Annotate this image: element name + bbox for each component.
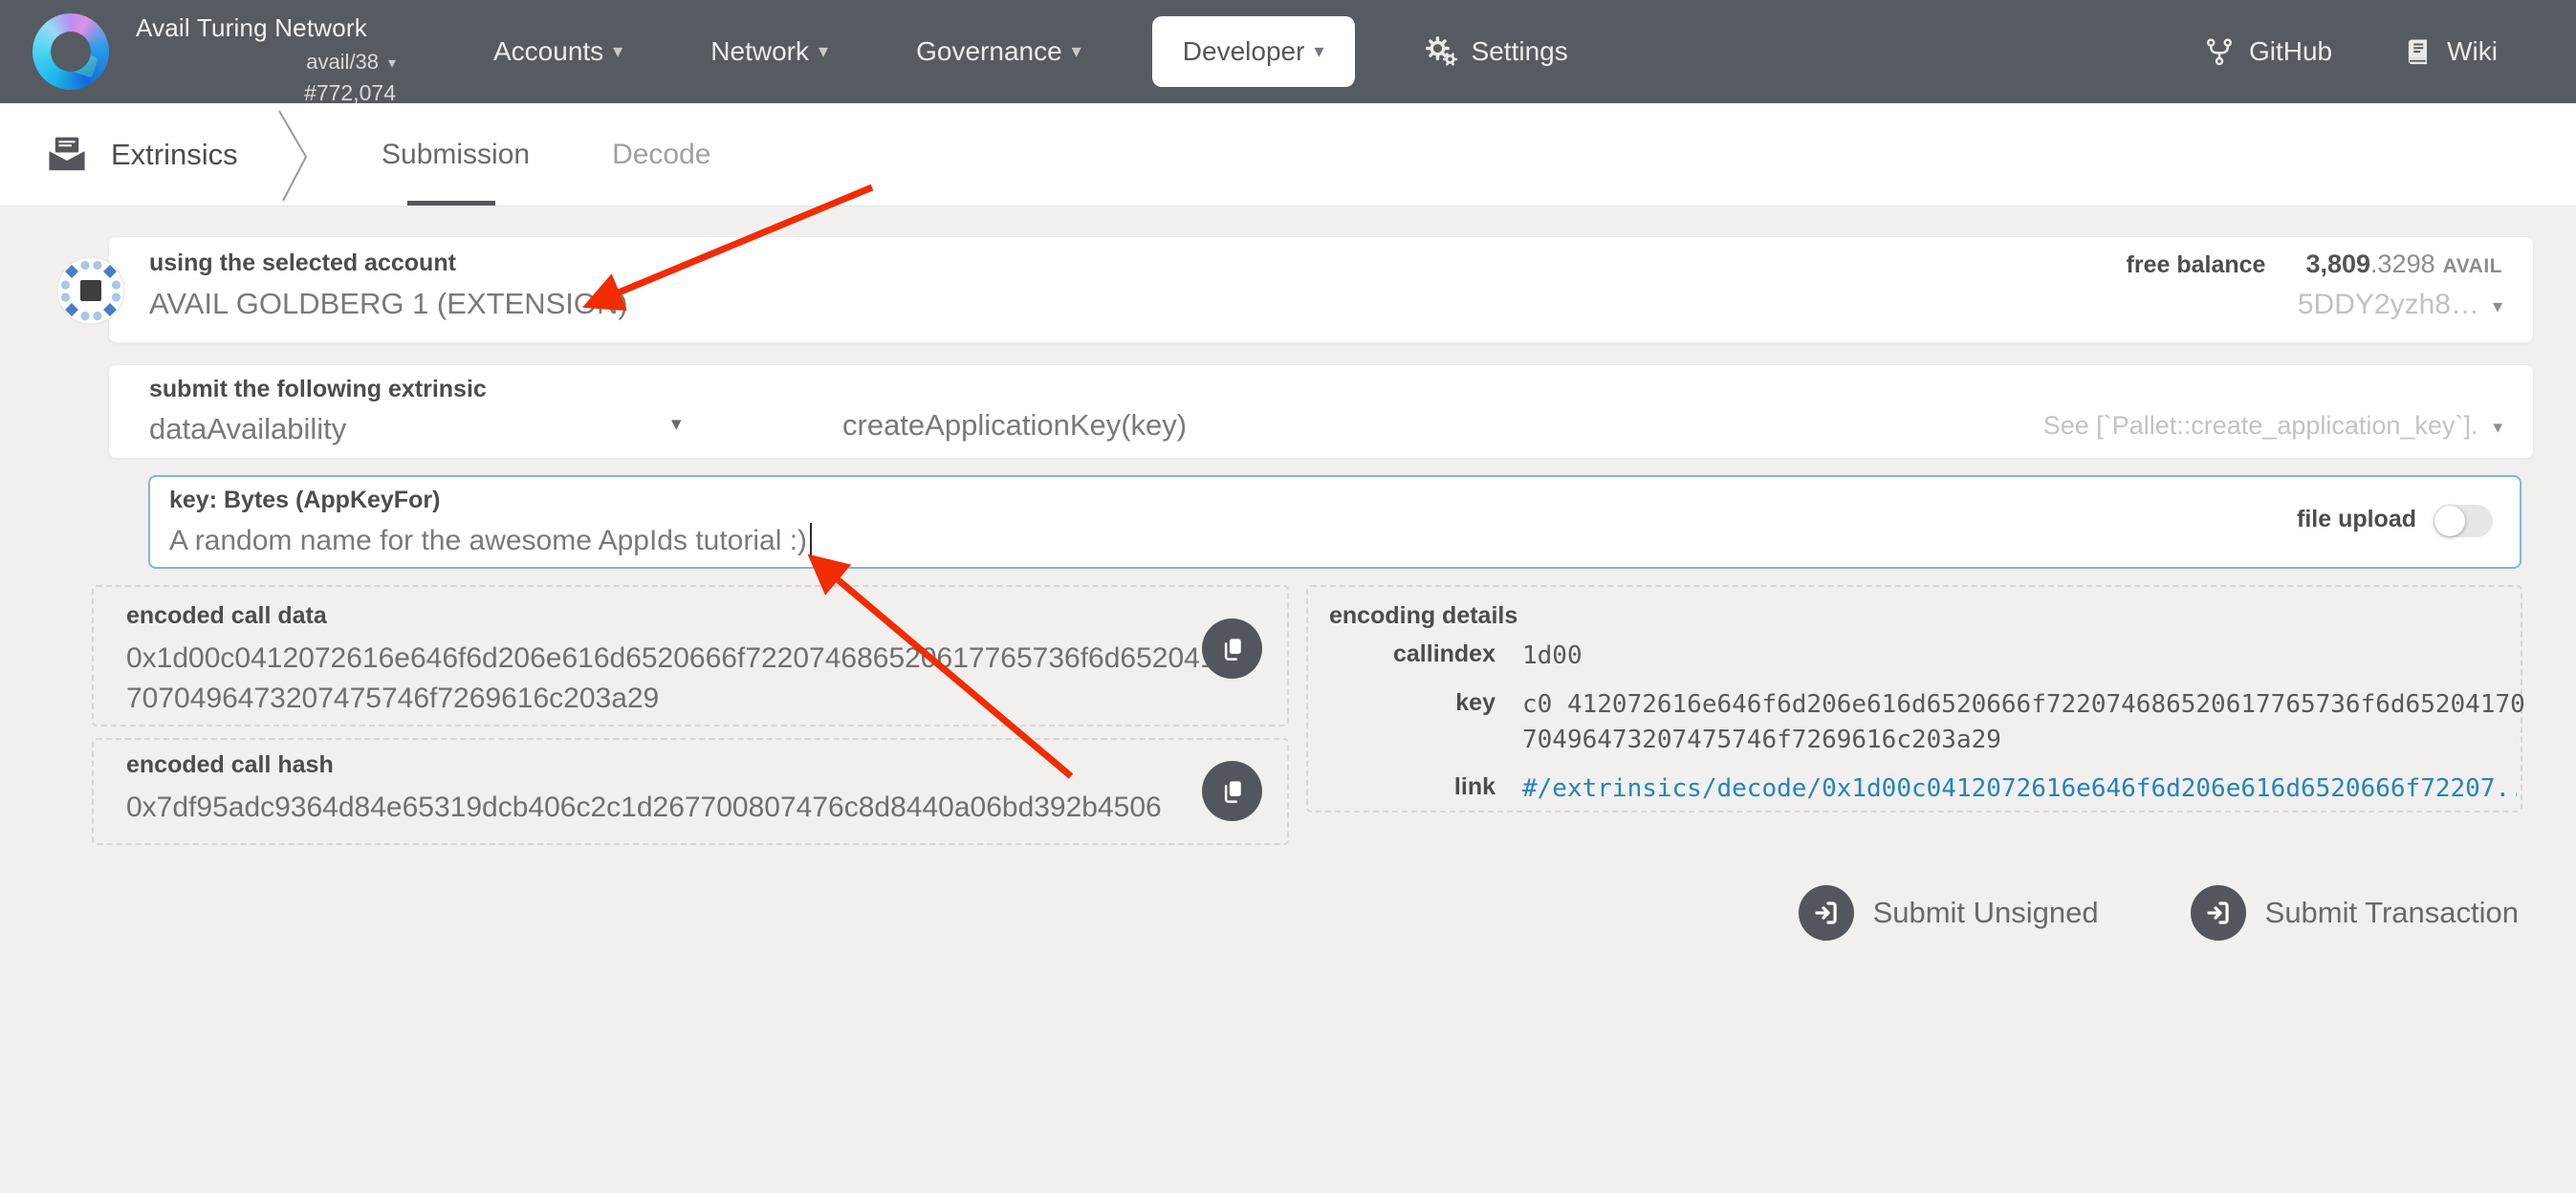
- chevron-down-icon: ▾: [1072, 39, 1081, 63]
- tab-decode[interactable]: Decode: [612, 139, 710, 171]
- extrinsics-envelope-icon: [46, 135, 88, 175]
- key-param-input[interactable]: key: Bytes (AppKeyFor) A random name for…: [148, 475, 2521, 569]
- chevron-down-icon: ▾: [2493, 294, 2502, 318]
- pallet-value: dataAvailability: [149, 412, 487, 446]
- copy-icon: [1218, 635, 1247, 663]
- file-upload-label: file upload: [2297, 506, 2416, 533]
- key-hex-row: key c0 412072616e646f6d206e616d6520666f7…: [1327, 687, 2528, 758]
- copy-icon: [1218, 777, 1247, 806]
- encoding-details-label: encoding details: [1329, 602, 1517, 630]
- method-select[interactable]: createApplicationKey(key): [842, 408, 1187, 443]
- copy-call-hash-button[interactable]: [1202, 761, 1262, 821]
- network-name: Avail Turing Network: [136, 13, 396, 43]
- encoded-call-hash-value: 0x7df95adc9364d84e65319dcb406c2c1d267700…: [126, 788, 1226, 828]
- block-number: #772,074: [136, 80, 396, 106]
- account-address[interactable]: 5DDY2yzh8…▾: [2127, 289, 2502, 321]
- section-title: Extrinsics: [111, 138, 238, 172]
- decode-link[interactable]: #/extrinsics/decode/0x1d00c0412072616e64…: [1522, 771, 2517, 807]
- decode-link-label: link: [1327, 771, 1495, 801]
- menu-developer-active[interactable]: Developer▾: [1152, 16, 1355, 87]
- breadcrumb-divider: [273, 105, 312, 205]
- gears-icon: [1426, 36, 1458, 67]
- key-param-label: key: Bytes (AppKeyFor): [169, 487, 812, 514]
- account-name: AVAIL GOLDBERG 1 (EXTENSION): [149, 287, 628, 321]
- free-balance-value: 3,809.3298AVAIL: [2305, 249, 2502, 279]
- active-tab-indicator: [407, 201, 495, 206]
- extrinsic-label: submit the following extrinsic: [149, 376, 487, 403]
- chevron-down-icon: ▾: [388, 54, 396, 73]
- section-header: Extrinsics: [46, 103, 238, 206]
- github-link[interactable]: GitHub: [2205, 36, 2332, 67]
- extrinsics-page: Avail Turing Network avail/38▾ #772,074 …: [0, 0, 2576, 1193]
- account-label: using the selected account: [149, 249, 628, 277]
- key-hex-label: key: [1327, 687, 1495, 717]
- tab-bar: Extrinsics Submission Decode: [0, 103, 2576, 206]
- menu-settings[interactable]: Settings: [1382, 36, 1612, 67]
- encoded-call-hash-label: encoded call hash: [126, 751, 1226, 779]
- chevron-down-icon: ▾: [671, 412, 682, 436]
- submit-unsigned-button[interactable]: Submit Unsigned: [1799, 885, 2099, 941]
- encoded-call-hash-box: encoded call hash 0x7df95adc9364d84e6531…: [92, 738, 1289, 845]
- key-hex-value: c0 412072616e646f6d206e616d6520666f72207…: [1522, 687, 2528, 758]
- decode-link-row: link #/extrinsics/decode/0x1d00c04120726…: [1327, 771, 2528, 807]
- tab-submission[interactable]: Submission: [382, 139, 530, 171]
- account-card: using the selected account AVAIL GOLDBER…: [108, 236, 2534, 343]
- code-fork-icon: [2205, 37, 2234, 66]
- text-cursor: [810, 523, 812, 555]
- callindex-value: 1d00: [1522, 639, 2528, 674]
- free-balance-label: free balance: [2127, 251, 2266, 279]
- chevron-down-icon: ▾: [2493, 417, 2502, 439]
- account-identicon[interactable]: [56, 256, 125, 325]
- avail-logo-icon[interactable]: [33, 13, 109, 90]
- toggle-knob: [2434, 506, 2465, 536]
- menu-network[interactable]: Network▾: [666, 36, 872, 67]
- chevron-down-icon: ▾: [613, 39, 622, 63]
- sign-in-icon: [2203, 898, 2234, 928]
- account-selector[interactable]: using the selected account AVAIL GOLDBER…: [149, 249, 628, 321]
- encoded-call-data-box: encoded call data 0x1d00c0412072616e646f…: [92, 585, 1289, 727]
- network-info[interactable]: Avail Turing Network avail/38▾ #772,074: [136, 13, 396, 106]
- chevron-down-icon: ▾: [1314, 39, 1323, 63]
- account-balance-block: free balance 3,809.3298AVAIL 5DDY2yzh8…▾: [2127, 249, 2502, 321]
- extrinsic-card: submit the following extrinsic dataAvail…: [108, 364, 2534, 459]
- pallet-select[interactable]: submit the following extrinsic dataAvail…: [149, 376, 487, 446]
- encoded-call-data-value: 0x1d00c0412072616e646f6d206e616d6520666f…: [126, 639, 1226, 719]
- method-doc-hint: See [`Pallet::create_application_key`].▾: [2043, 411, 2502, 441]
- submit-transaction-button[interactable]: Submit Transaction: [2191, 885, 2519, 941]
- callindex-label: callindex: [1327, 639, 1495, 668]
- encoded-call-data-label: encoded call data: [126, 602, 1226, 630]
- file-upload-toggle[interactable]: [2434, 505, 2493, 537]
- tabs: Submission Decode: [382, 103, 710, 206]
- main-menu: Accounts▾ Network▾ Governance▾ Developer…: [449, 0, 1612, 103]
- chevron-down-icon: ▾: [819, 39, 828, 63]
- menu-governance[interactable]: Governance▾: [872, 36, 1125, 67]
- book-icon: [2403, 37, 2432, 66]
- submit-actions: Submit Unsigned Submit Transaction: [1799, 885, 2519, 941]
- menu-accounts[interactable]: Accounts▾: [449, 36, 666, 67]
- wiki-link[interactable]: Wiki: [2403, 36, 2498, 67]
- key-param-value[interactable]: A random name for the awesome AppIds tut…: [169, 523, 812, 557]
- chain-spec[interactable]: avail/38▾: [136, 50, 396, 75]
- sign-in-icon: [1811, 898, 1842, 928]
- copy-call-data-button[interactable]: [1202, 618, 1262, 679]
- callindex-row: callindex 1d00: [1327, 639, 2528, 674]
- top-navigation-bar: Avail Turing Network avail/38▾ #772,074 …: [0, 0, 2576, 103]
- encoding-details-box: encoding details callindex 1d00 key c0 4…: [1306, 585, 2522, 813]
- external-links: GitHub Wiki: [2205, 0, 2498, 103]
